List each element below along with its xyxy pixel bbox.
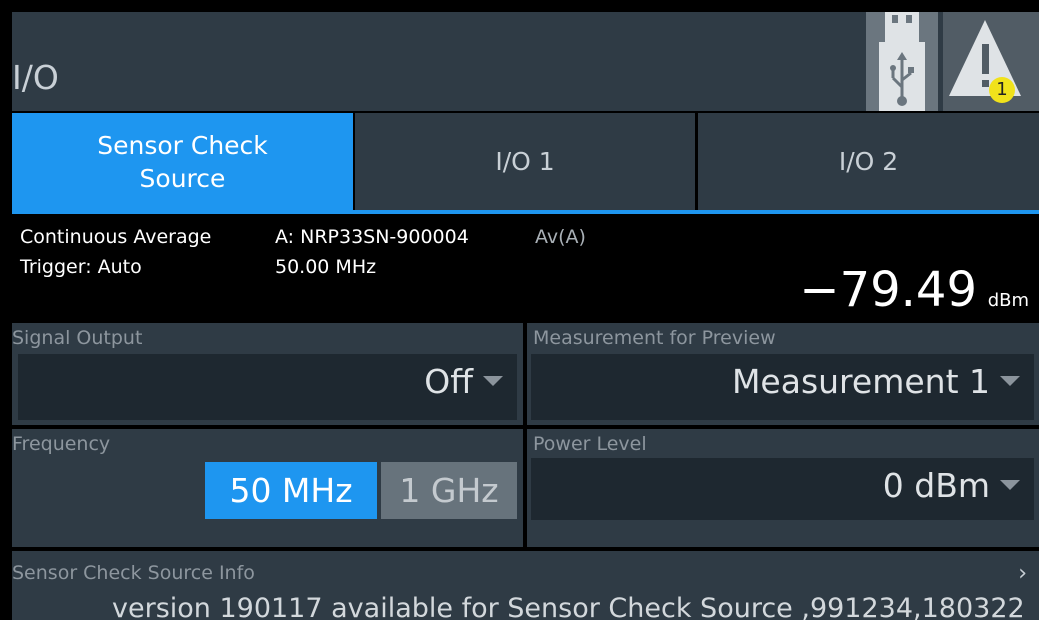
io-screen: I/O 1 Sensor Check Source I/O 1 I/O 2 Co…	[0, 0, 1039, 620]
signal-output-label: Signal Output	[12, 327, 143, 349]
alert-count-badge: 1	[989, 77, 1015, 103]
power-level-panel: Power Level 0 dBm	[527, 429, 1039, 547]
trigger-text: Trigger: Auto	[20, 256, 142, 278]
frequency-label: Frequency	[12, 433, 111, 455]
signal-output-panel: Signal Output Off	[12, 323, 523, 425]
chevron-down-icon	[1000, 480, 1020, 490]
measurement-value: −79.49	[799, 262, 977, 318]
measurement-preview-label: Measurement for Preview	[533, 327, 776, 349]
tab-bar: Sensor Check Source I/O 1 I/O 2	[12, 113, 1039, 210]
chevron-right-icon: ›	[1018, 561, 1027, 586]
measurement-unit: dBm	[987, 290, 1029, 311]
power-level-dropdown[interactable]: 0 dBm	[531, 458, 1034, 520]
power-level-value: 0 dBm	[882, 466, 990, 505]
tab-label-line2: Source	[139, 163, 226, 193]
tab-label-line1: Sensor Check	[97, 130, 268, 160]
measurement-status: Continuous Average Trigger: Auto A: NRP3…	[12, 214, 1039, 321]
measurement-preview-dropdown[interactable]: Measurement 1	[531, 354, 1034, 420]
power-level-label: Power Level	[533, 433, 647, 455]
info-label: Sensor Check Source Info	[12, 562, 255, 584]
page-title: I/O	[12, 58, 59, 97]
usb-button[interactable]	[866, 12, 938, 111]
frequency-1ghz-button[interactable]: 1 GHz	[381, 462, 517, 519]
tab-label: Sensor Check Source	[97, 129, 268, 195]
sensor-check-source-info[interactable]: Sensor Check Source Info › version 19011…	[12, 551, 1039, 620]
tab-label: I/O 2	[838, 147, 899, 176]
tab-sensor-check-source[interactable]: Sensor Check Source	[12, 113, 353, 210]
sensor-text: A: NRP33SN-900004	[275, 226, 469, 248]
title-bar: I/O	[12, 12, 1039, 111]
chevron-down-icon	[1000, 376, 1020, 386]
signal-output-value: Off	[424, 362, 473, 401]
tab-label: I/O 1	[495, 147, 555, 176]
measurement-preview-value: Measurement 1	[731, 362, 990, 401]
mode-text: Continuous Average	[20, 226, 212, 248]
chevron-down-icon	[483, 376, 503, 386]
info-text: version 190117 available for Sensor Chec…	[112, 593, 1025, 620]
signal-output-dropdown[interactable]: Off	[18, 354, 517, 420]
usb-icon	[879, 12, 925, 111]
tab-io-2[interactable]: I/O 2	[698, 113, 1039, 210]
frequency-readout: 50.00 MHz	[275, 256, 377, 278]
frequency-50mhz-button[interactable]: 50 MHz	[205, 462, 377, 519]
measurement-preview-panel: Measurement for Preview Measurement 1	[527, 323, 1039, 425]
tab-io-1[interactable]: I/O 1	[355, 113, 695, 210]
measure-label: Av(A)	[535, 226, 586, 248]
